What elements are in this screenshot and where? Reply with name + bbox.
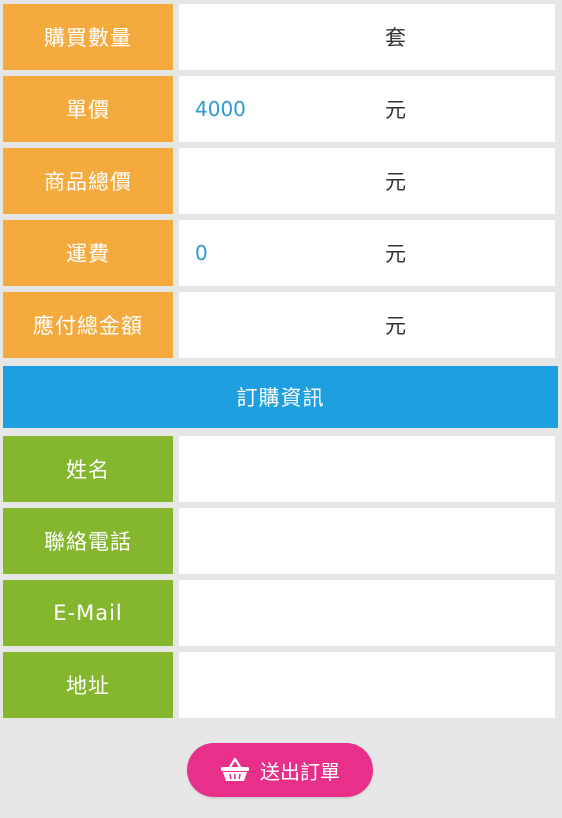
name-input[interactable]: [179, 436, 559, 504]
email-field[interactable]: [179, 580, 559, 648]
name-row: 姓名: [0, 436, 562, 504]
unit-price-value: 4000: [195, 97, 246, 121]
shipping-value: 0: [195, 241, 208, 265]
phone-label: 聯絡電話: [3, 508, 173, 574]
address-input[interactable]: [179, 652, 559, 720]
subtotal-unit: 元: [385, 170, 406, 194]
unit-price-label: 單價: [3, 76, 173, 142]
total-unit: 元: [385, 314, 406, 338]
shipping-unit: 元: [385, 242, 406, 266]
total-label: 應付總金額: [3, 292, 173, 358]
email-row: E-Mail: [0, 580, 562, 648]
quantity-row: 購買數量 套: [0, 4, 562, 70]
submit-order-button[interactable]: 送出訂單: [187, 743, 373, 797]
phone-field[interactable]: [179, 508, 559, 576]
phone-input[interactable]: [179, 508, 559, 576]
email-label: E-Mail: [3, 580, 173, 646]
address-label: 地址: [3, 652, 173, 718]
total-field: 元: [179, 292, 555, 358]
order-form: 購買數量 套 單價 4000 元 商品總價 元 運費 0 元 應付總金額 元 訂…: [0, 0, 562, 818]
email-input[interactable]: [179, 580, 559, 648]
address-field[interactable]: [179, 652, 559, 720]
quantity-label: 購買數量: [3, 4, 173, 70]
subtotal-field: 元: [179, 148, 555, 214]
name-field[interactable]: [179, 436, 559, 504]
shipping-label: 運費: [3, 220, 173, 286]
order-info-header: 訂購資訊: [3, 366, 558, 428]
shipping-field: 0 元: [179, 220, 555, 286]
name-label: 姓名: [3, 436, 173, 502]
total-row: 應付總金額 元: [0, 292, 562, 358]
shipping-row: 運費 0 元: [0, 220, 562, 286]
subtotal-row: 商品總價 元: [0, 148, 562, 214]
basket-icon: [221, 757, 249, 781]
unit-price-unit: 元: [385, 98, 406, 122]
submit-label: 送出訂單: [260, 759, 340, 784]
quantity-unit: 套: [385, 26, 406, 50]
phone-row: 聯絡電話: [0, 508, 562, 576]
address-row: 地址: [0, 652, 562, 720]
unit-price-field: 4000 元: [179, 76, 555, 142]
unit-price-row: 單價 4000 元: [0, 76, 562, 142]
subtotal-label: 商品總價: [3, 148, 173, 214]
quantity-input[interactable]: 套: [179, 4, 555, 70]
